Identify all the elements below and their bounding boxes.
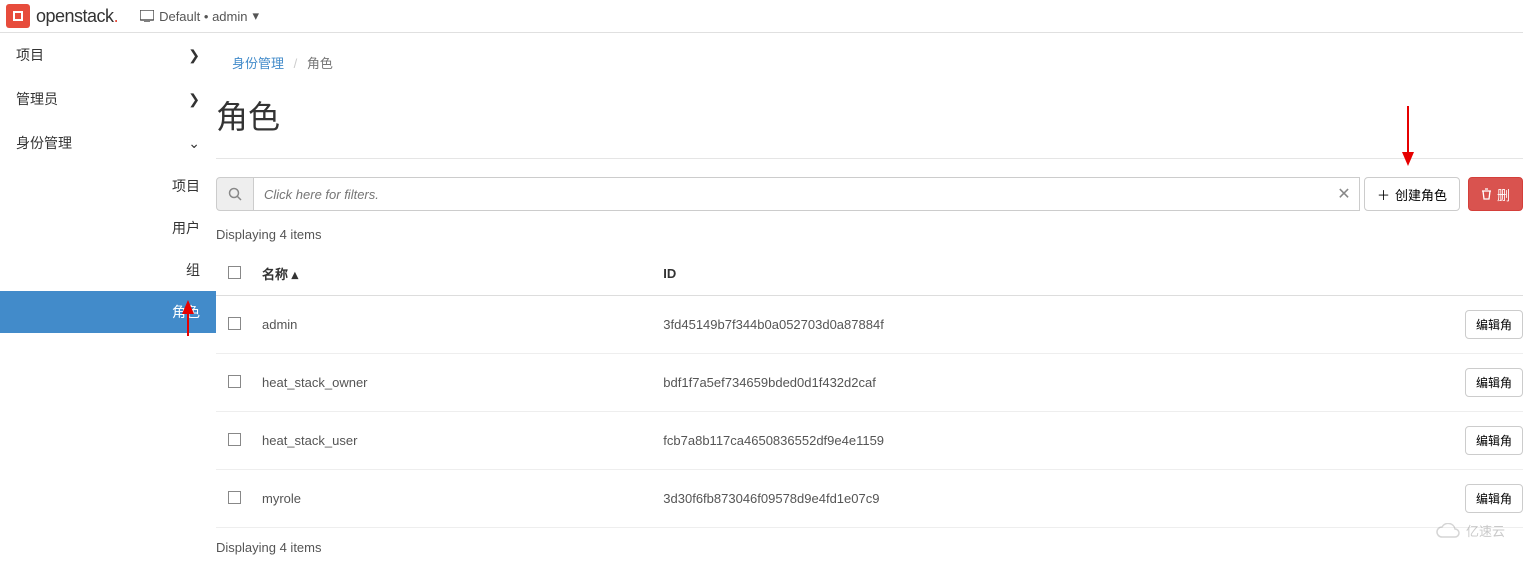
breadcrumb-current: 角色 xyxy=(307,56,333,71)
openstack-icon xyxy=(6,4,30,28)
row-checkbox[interactable] xyxy=(228,433,241,446)
table-row: heat_stack_owner bdf1f7a5ef734659bded0d1… xyxy=(216,354,1523,412)
roles-table: 名称 ▴ ID admin 3fd45149b7f344b0a052703d0a… xyxy=(216,252,1523,528)
sidebar-item-label: 身份管理 xyxy=(16,133,72,153)
plus-icon: ＋ xyxy=(1377,185,1390,204)
row-checkbox[interactable] xyxy=(228,375,241,388)
column-header-name[interactable]: 名称 ▴ xyxy=(252,252,653,296)
divider xyxy=(216,158,1523,159)
breadcrumb: 身份管理 / 角色 xyxy=(216,45,1523,80)
chevron-right-icon: ❯ xyxy=(188,47,200,64)
column-header-id[interactable]: ID xyxy=(653,252,1423,296)
brand-text: openstack. xyxy=(36,6,118,27)
item-count-top: Displaying 4 items xyxy=(216,227,1523,242)
search-icon xyxy=(228,187,242,201)
sidebar-item-label: 项目 xyxy=(16,45,44,65)
select-all-checkbox[interactable] xyxy=(228,266,241,279)
search-button[interactable] xyxy=(216,177,254,211)
sidebar: 项目 ❯ 管理员 ❯ 身份管理 ⌄ 项目 用户 组 角色 xyxy=(0,33,216,565)
item-count-bottom: Displaying 4 items xyxy=(216,540,1523,555)
edit-role-button[interactable]: 编辑角 xyxy=(1465,426,1523,455)
search-input[interactable] xyxy=(254,177,1360,211)
cell-name: admin xyxy=(252,296,653,354)
project-domain-text: Default xyxy=(159,9,200,24)
cell-id: bdf1f7a5ef734659bded0d1f432d2caf xyxy=(653,354,1423,412)
trash-icon xyxy=(1481,188,1492,200)
chevron-down-icon: ⌄ xyxy=(188,135,200,152)
clear-search-icon[interactable]: ✕ xyxy=(1332,177,1356,211)
sidebar-sub-roles[interactable]: 角色 xyxy=(0,291,216,333)
cell-id: 3fd45149b7f344b0a052703d0a87884f xyxy=(653,296,1423,354)
cell-id: 3d30f6fb873046f09578d9e4fd1e07c9 xyxy=(653,470,1423,528)
chevron-right-icon: ❯ xyxy=(188,91,200,108)
page-title: 角色 xyxy=(216,80,1523,158)
create-role-button[interactable]: ＋ 创建角色 xyxy=(1364,177,1460,211)
caret-down-icon: ▾ xyxy=(252,8,259,24)
cell-name: myrole xyxy=(252,470,653,528)
toolbar: ✕ ＋ 创建角色 删 xyxy=(216,177,1523,211)
table-row: admin 3fd45149b7f344b0a052703d0a87884f 编… xyxy=(216,296,1523,354)
search-wrap: ✕ xyxy=(216,177,1356,211)
delete-roles-button[interactable]: 删 xyxy=(1468,177,1523,211)
cell-id: fcb7a8b117ca4650836552df9e4e1159 xyxy=(653,412,1423,470)
sidebar-sub-users[interactable]: 用户 xyxy=(0,207,216,249)
sidebar-item-admin[interactable]: 管理员 ❯ xyxy=(0,77,216,121)
row-checkbox[interactable] xyxy=(228,317,241,330)
breadcrumb-parent[interactable]: 身份管理 xyxy=(232,56,284,71)
row-checkbox[interactable] xyxy=(228,491,241,504)
cell-name: heat_stack_owner xyxy=(252,354,653,412)
table-row: heat_stack_user fcb7a8b117ca4650836552df… xyxy=(216,412,1523,470)
edit-role-button[interactable]: 编辑角 xyxy=(1465,484,1523,513)
edit-role-button[interactable]: 编辑角 xyxy=(1465,310,1523,339)
sidebar-item-identity[interactable]: 身份管理 ⌄ xyxy=(0,121,216,165)
project-domain-selector[interactable]: Default • admin ▾ xyxy=(140,8,259,24)
cell-name: heat_stack_user xyxy=(252,412,653,470)
project-user-text: admin xyxy=(212,9,247,24)
topbar: openstack. Default • admin ▾ xyxy=(0,0,1523,33)
brand-logo[interactable]: openstack. xyxy=(6,4,118,28)
sidebar-sub-groups[interactable]: 组 xyxy=(0,249,216,291)
screen-icon xyxy=(140,10,154,22)
main-content: 身份管理 / 角色 角色 ✕ ＋ 创建角色 xyxy=(216,33,1523,565)
table-row: myrole 3d30f6fb873046f09578d9e4fd1e07c9 … xyxy=(216,470,1523,528)
edit-role-button[interactable]: 编辑角 xyxy=(1465,368,1523,397)
sidebar-item-label: 管理员 xyxy=(16,89,58,109)
sort-asc-icon: ▴ xyxy=(292,267,299,282)
sidebar-sub-projects[interactable]: 项目 xyxy=(0,165,216,207)
sidebar-item-project[interactable]: 项目 ❯ xyxy=(0,33,216,77)
